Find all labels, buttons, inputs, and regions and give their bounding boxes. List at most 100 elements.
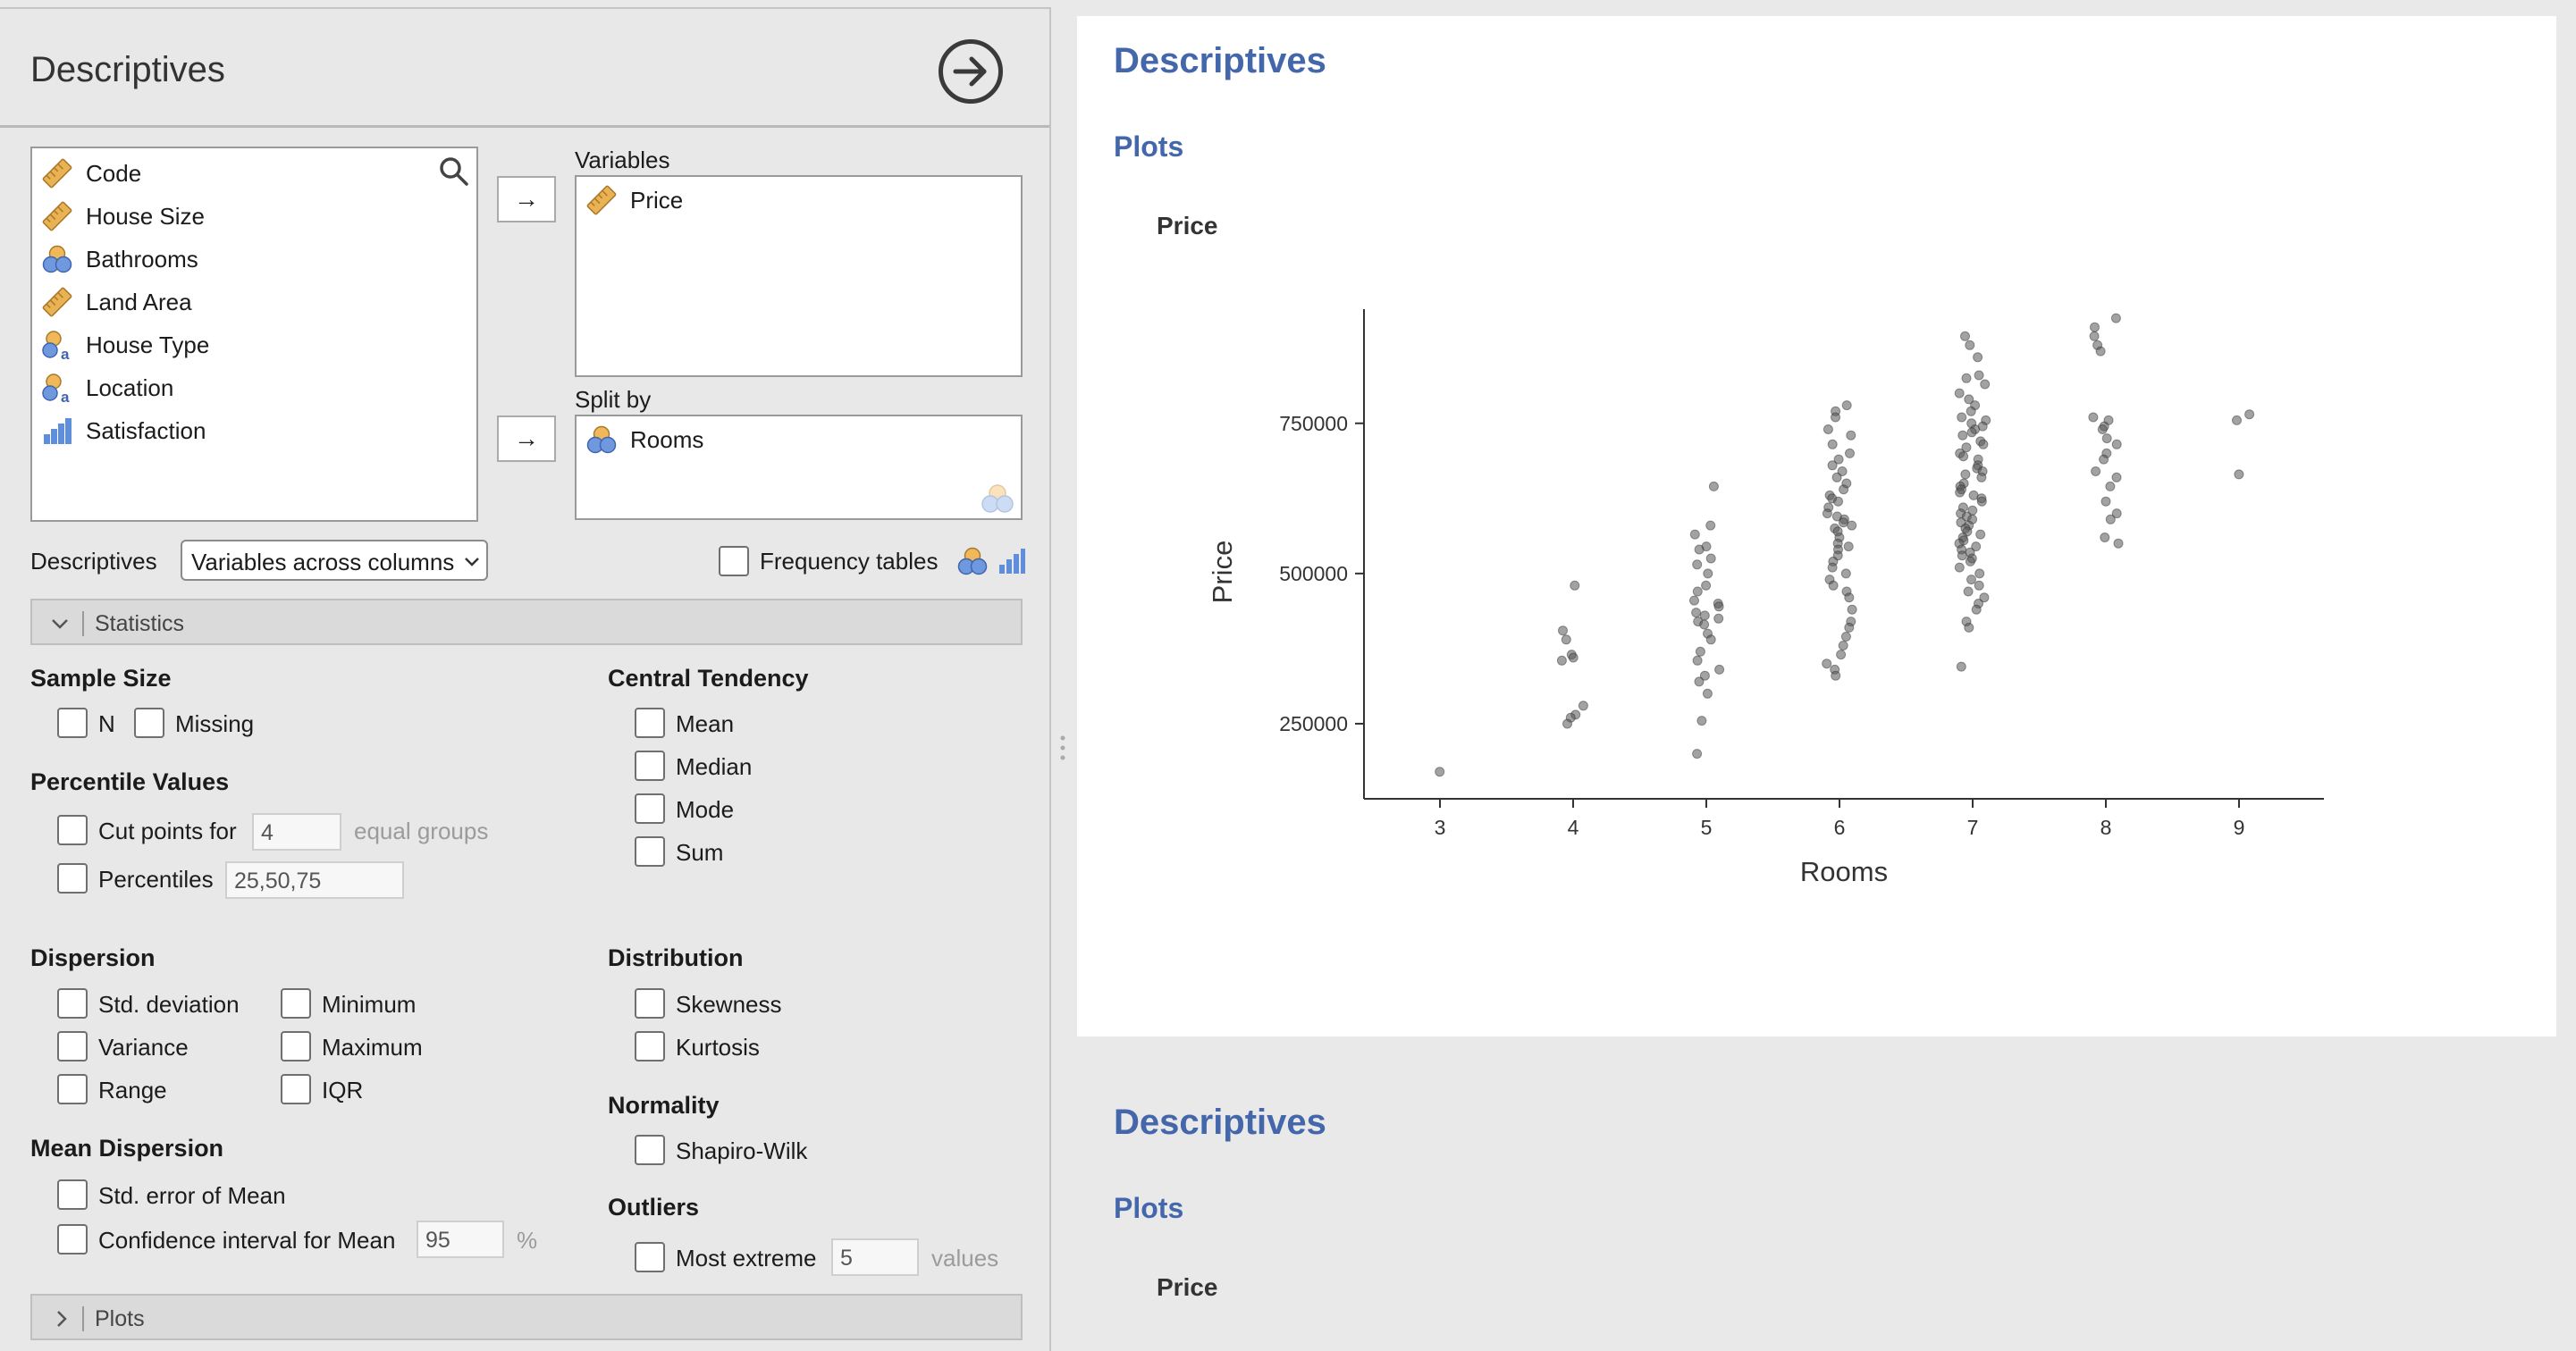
most-extreme-checkbox[interactable] (635, 1242, 665, 1272)
x-tick-label: 3 (1435, 816, 1446, 839)
minimum-checkbox[interactable] (281, 988, 311, 1019)
variable-item[interactable]: a Location (41, 370, 173, 406)
missing-checkbox[interactable] (134, 708, 164, 738)
data-point (2232, 415, 2242, 425)
section-divider (82, 1306, 84, 1331)
kurtosis-label: Kurtosis (676, 1034, 760, 1061)
x-tick-label: 8 (2100, 816, 2112, 839)
arrow-right-icon (953, 56, 987, 87)
variance-checkbox[interactable] (57, 1031, 88, 1062)
plot-variable-heading-2: Price (1157, 1273, 1218, 1301)
plot-variable-heading: Price (1157, 212, 1218, 239)
mean-checkbox[interactable] (635, 708, 665, 738)
data-point (1828, 580, 1839, 591)
mean-dispersion-heading: Mean Dispersion (30, 1135, 224, 1162)
data-point (1578, 701, 1588, 711)
panel-resize-handle[interactable] (1058, 734, 1067, 761)
ci-mean-checkbox[interactable] (57, 1224, 88, 1254)
data-point (1694, 544, 1705, 555)
sum-checkbox[interactable] (635, 836, 665, 867)
data-point (2111, 439, 2122, 449)
variable-item[interactable]: Price (585, 182, 683, 218)
data-point (1975, 529, 1986, 540)
data-point (1840, 568, 1851, 579)
maximum-checkbox[interactable] (281, 1031, 311, 1062)
data-point (1692, 655, 1703, 666)
data-point (1435, 767, 1445, 777)
variable-item[interactable]: Rooms (585, 422, 703, 457)
skewness-label: Skewness (676, 991, 782, 1018)
kurtosis-checkbox[interactable] (635, 1031, 665, 1062)
descriptives-mode-value: Variables across columns (191, 549, 455, 575)
results-plots-heading-2: Plots (1114, 1192, 1184, 1224)
data-point (1558, 625, 1568, 636)
split-by-label: Split by (575, 386, 652, 413)
ci-mean-input[interactable]: 95 (417, 1221, 504, 1258)
missing-label: Missing (175, 710, 255, 737)
percentiles-checkbox[interactable] (57, 863, 88, 894)
search-icon[interactable] (438, 155, 470, 188)
skewness-checkbox[interactable] (635, 988, 665, 1019)
median-checkbox[interactable] (635, 751, 665, 781)
nominal-circles-icon (41, 243, 86, 275)
iqr-checkbox[interactable] (281, 1074, 311, 1104)
nominal-text-icon: a (41, 329, 86, 361)
data-point (1971, 604, 1982, 615)
data-point (1689, 529, 1700, 540)
move-to-variables-button[interactable]: → (497, 176, 556, 222)
data-point (1965, 340, 1975, 350)
data-point (1838, 641, 1848, 650)
variable-item[interactable]: Bathrooms (41, 241, 198, 277)
move-to-split-by-button[interactable]: → (497, 415, 556, 462)
frequency-tables-checkbox[interactable] (719, 546, 749, 576)
frequency-tables-label: Frequency tables (760, 548, 939, 575)
cut-points-label: Cut points for (98, 818, 237, 844)
mode-checkbox[interactable] (635, 793, 665, 824)
data-point (2095, 346, 2106, 357)
data-point (1978, 439, 1989, 449)
most-extreme-input[interactable]: 5 (831, 1238, 919, 1276)
x-tick-label: 6 (1834, 816, 1846, 839)
shapiro-wilk-checkbox[interactable] (635, 1135, 665, 1165)
data-point (1823, 424, 1833, 434)
data-point (1696, 716, 1707, 726)
available-variables-list[interactable]: Code House Size Bathrooms Land Area a House T… (30, 147, 478, 522)
data-point (1960, 331, 1970, 341)
mean-label: Mean (676, 710, 735, 737)
variable-item[interactable]: a House Type (41, 327, 209, 363)
chevron-down-icon (465, 558, 479, 566)
variable-item[interactable]: Satisfaction (41, 413, 206, 449)
variables-target-list[interactable]: Price (575, 175, 1023, 377)
variable-name: Code (86, 159, 142, 187)
data-point (1705, 634, 1716, 645)
data-point (1705, 520, 1716, 531)
variance-label: Variance (98, 1034, 189, 1061)
variable-item[interactable]: House Size (41, 198, 205, 234)
n-label: N (98, 710, 115, 737)
values-unit-label: values (931, 1245, 999, 1271)
variable-item[interactable]: Code (41, 155, 141, 191)
data-point (1845, 448, 1855, 458)
percentiles-input[interactable]: 25,50,75 (225, 861, 404, 899)
cut-points-checkbox[interactable] (57, 815, 88, 845)
data-point (2088, 412, 2099, 423)
statistics-section-label: Statistics (95, 611, 185, 636)
std-error-mean-checkbox[interactable] (57, 1179, 88, 1210)
iqr-label: IQR (322, 1077, 364, 1103)
std-deviation-checkbox[interactable] (57, 988, 88, 1019)
x-tick-label: 5 (1701, 816, 1713, 839)
continuous-ruler-icon (41, 200, 86, 232)
n-checkbox[interactable] (57, 708, 88, 738)
split-by-target-list[interactable]: Rooms (575, 415, 1023, 520)
range-checkbox[interactable] (57, 1074, 88, 1104)
cut-points-input[interactable]: 4 (252, 813, 341, 851)
statistics-section-header[interactable]: Statistics (30, 599, 1023, 645)
maximum-label: Maximum (322, 1034, 423, 1061)
descriptives-mode-select[interactable]: Variables across columns (181, 540, 488, 581)
variable-item[interactable]: Land Area (41, 284, 192, 320)
data-point (1973, 352, 1983, 363)
data-point (1966, 575, 1976, 585)
run-analysis-button[interactable] (939, 39, 1003, 104)
data-point (1847, 604, 1857, 615)
plots-section-header[interactable]: Plots (30, 1294, 1023, 1340)
